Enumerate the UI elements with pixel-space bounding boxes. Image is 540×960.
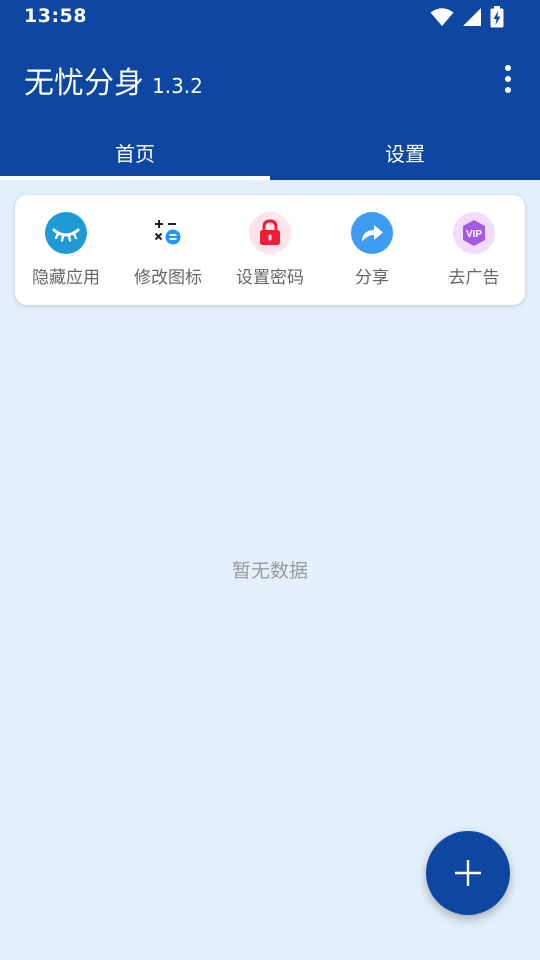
tab-label: 首页 xyxy=(115,141,155,166)
svg-text:VIP: VIP xyxy=(466,229,482,240)
lock-icon xyxy=(249,212,291,254)
closed-eye-icon xyxy=(45,212,87,254)
status-icons xyxy=(430,5,504,29)
tab-home[interactable]: 首页 xyxy=(0,128,270,180)
share-arrow-icon xyxy=(351,212,393,254)
app-title: 无忧分身 1.3.2 xyxy=(24,58,203,102)
status-time: 13:58 xyxy=(24,5,87,27)
status-bar: 13:58 xyxy=(0,0,540,34)
shortcut-label: 修改图标 xyxy=(134,268,202,288)
more-vert-icon xyxy=(505,65,511,71)
shortcut-set-password[interactable]: 设置密码 xyxy=(219,195,321,305)
shortcut-label: 去广告 xyxy=(448,268,500,288)
more-options-button[interactable] xyxy=(494,60,522,98)
calculator-icon xyxy=(147,212,189,254)
shortcut-hide-app[interactable]: 隐藏应用 xyxy=(15,195,117,305)
shortcut-label: 设置密码 xyxy=(236,268,304,288)
app-bar: 13:58 无忧分身 1.3.2 首页 设置 xyxy=(0,0,540,180)
plus-icon xyxy=(455,860,481,886)
shortcut-label: 分享 xyxy=(355,268,389,288)
tab-label: 设置 xyxy=(385,141,425,166)
tab-settings[interactable]: 设置 xyxy=(270,128,540,180)
tab-bar: 首页 设置 xyxy=(0,128,540,180)
shortcut-card: 隐藏应用 修改图标 设置密码 分享 VIP 去广告 xyxy=(15,195,525,305)
app-name: 无忧分身 xyxy=(24,66,144,101)
vip-icon: VIP xyxy=(453,212,495,254)
app-version: 1.3.2 xyxy=(152,74,203,98)
battery-charging-icon xyxy=(490,6,504,28)
wifi-icon xyxy=(430,7,454,27)
empty-state-text: 暂无数据 xyxy=(231,560,308,582)
tab-indicator xyxy=(0,176,270,180)
shortcut-remove-ads[interactable]: VIP 去广告 xyxy=(423,195,525,305)
shortcut-change-icon[interactable]: 修改图标 xyxy=(117,195,219,305)
cell-signal-icon xyxy=(462,7,482,27)
shortcut-label: 隐藏应用 xyxy=(32,268,100,288)
add-app-button[interactable] xyxy=(426,831,510,915)
shortcut-share[interactable]: 分享 xyxy=(321,195,423,305)
